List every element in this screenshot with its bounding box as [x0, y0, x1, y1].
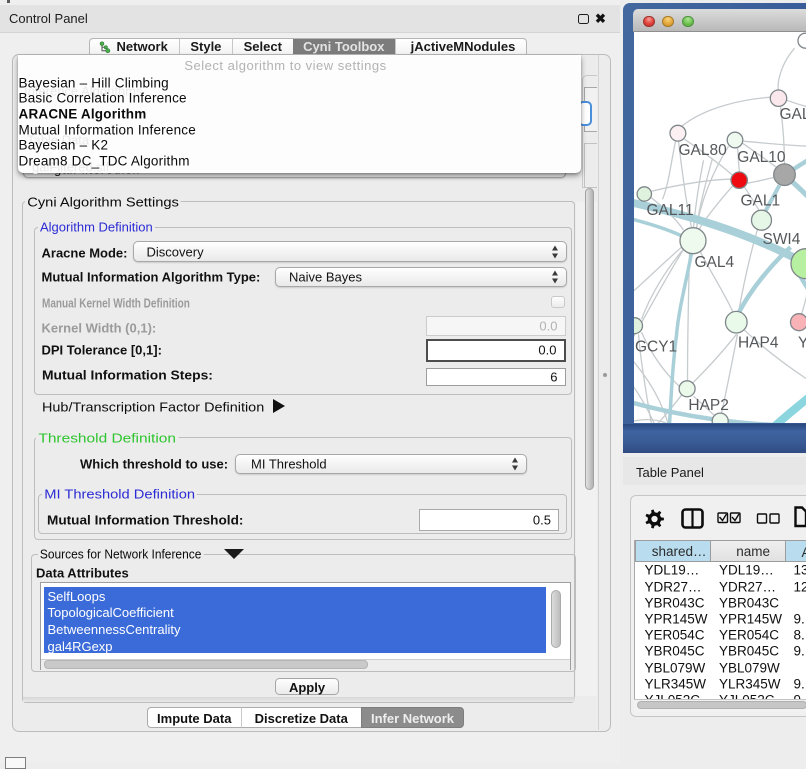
svg-text:HAP4: HAP4: [737, 334, 778, 351]
svg-text:Y: Y: [797, 334, 806, 351]
svg-text:SWI4: SWI4: [762, 231, 800, 248]
svg-text:GCY1: GCY1: [635, 338, 677, 355]
svg-text:GAL10: GAL10: [737, 149, 785, 166]
svg-text:HAP2: HAP2: [688, 397, 728, 414]
svg-text:GAL11: GAL11: [646, 202, 693, 219]
svg-text:GAL80: GAL80: [678, 142, 726, 159]
svg-text:GAL4: GAL4: [694, 254, 734, 271]
svg-text:GAL1: GAL1: [740, 192, 780, 209]
svg-text:GAL7: GAL7: [779, 106, 806, 123]
